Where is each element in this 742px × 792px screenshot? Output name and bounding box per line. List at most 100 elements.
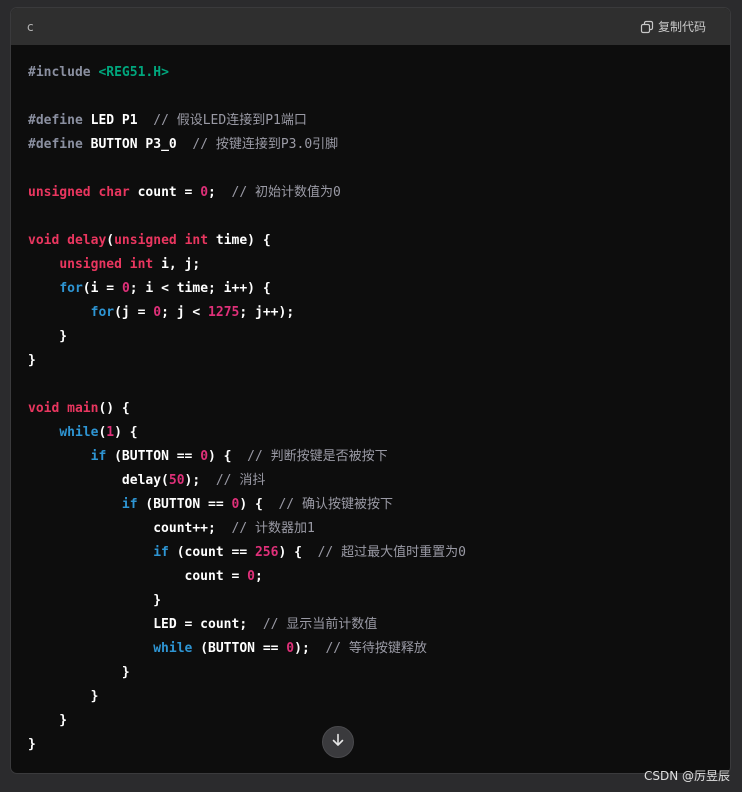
code-token: delay( [28,473,169,488]
code-line: LED = count; // 显示当前计数值 [28,613,730,637]
code-token: ) { [239,497,279,512]
code-token: ) { [208,449,248,464]
code-token: ; [208,185,232,200]
copy-code-label: 复制代码 [657,20,706,34]
code-token: (i = [82,281,122,296]
code-token: 0 [200,449,209,464]
code-token: ; j++); [239,305,295,320]
code-token: // 确认按键被按下 [278,497,393,512]
code-line: for(i = 0; i < time; i++) { [28,277,730,301]
code-token: 0 [200,185,209,200]
code-token: // 判断按键是否被按下 [247,449,388,464]
code-token: while [59,425,99,440]
code-line: } [28,349,730,373]
code-token: int [184,233,209,248]
code-line: } [28,685,730,709]
code-line: } [28,325,730,349]
code-token: if [90,449,107,464]
code-token: (BUTTON == [106,449,201,464]
code-token: <REG51.H> [98,65,169,80]
code-line: unsigned int i, j; [28,253,730,277]
code-token: char [98,185,130,200]
code-token: unsigned [28,185,91,200]
code-token: (BUTTON == [192,641,287,656]
code-token: 0 [121,281,130,296]
code-line: while (BUTTON == 0); // 等待按键释放 [28,637,730,661]
code-line: delay(50); // 消抖 [28,469,730,493]
code-token: } [28,353,36,368]
code-line: if (count == 256) { // 超过最大值时重置为0 [28,541,730,565]
language-label: c [27,19,34,34]
code-token: count++; [28,521,232,536]
code-block: c 复制代码 #include <REG51.H> #define LED P1… [11,8,730,773]
code-token: #define [28,137,83,152]
code-line: unsigned char count = 0; // 初始计数值为0 [28,181,730,205]
code-token: if [153,545,169,560]
code-token: unsigned [114,233,177,248]
code-token: void [28,233,60,248]
copy-icon [640,20,654,34]
code-line: void delay(unsigned int time) { [28,229,730,253]
code-token: 50 [168,473,185,488]
csdn-watermark: CSDN @厉昱辰 [643,769,730,783]
code-token: void [28,401,60,416]
code-line: } [28,733,730,757]
code-token: } [28,329,68,344]
code-token: 0 [286,641,295,656]
code-line: if (BUTTON == 0) { // 确认按键被按下 [28,493,730,517]
code-token: 0 [247,569,255,584]
code-token: ); [294,641,326,656]
code-token: } [28,737,36,752]
code-token: int [129,257,154,272]
code-token: } [28,593,162,608]
code-line: } [28,589,730,613]
code-token: (j = [114,305,154,320]
code-token: 1 [106,425,115,440]
code-token: for [90,305,115,320]
code-token: count = [28,569,248,584]
copy-code-button[interactable]: 复制代码 [640,18,706,35]
code-token: #include [28,65,99,80]
code-token: // 按键连接到P3.0引脚 [192,137,339,152]
code-token: delay [67,233,107,248]
code-token: unsigned [59,257,122,272]
code-token: ) { [114,425,138,440]
code-token: time) { [208,233,271,248]
code-token: // 假设LED连接到P1端口 [153,113,307,128]
code-token: #define [28,113,83,128]
code-token: } [28,689,99,704]
code-token: } [28,665,130,680]
code-token: BUTTON P3_0 [82,137,193,152]
code-line: #define BUTTON P3_0 // 按键连接到P3.0引脚 [28,133,730,157]
code-token: // 计数器加1 [231,521,315,536]
code-token: } [28,713,68,728]
code-token: ); [184,473,216,488]
arrow-down-icon [330,732,346,752]
code-token: while [153,641,193,656]
code-token: LED P1 [82,113,154,128]
code-token: // 初始计数值为0 [231,185,341,200]
code-token: () { [98,401,130,416]
code-token: 0 [153,305,162,320]
code-token: 256 [254,545,279,560]
scroll-down-button[interactable] [322,726,354,758]
code-line: #include <REG51.H> [28,61,730,85]
code-token: LED = count; [28,617,263,632]
code-line: if (BUTTON == 0) { // 判断按键是否被按下 [28,445,730,469]
code-line: } [28,661,730,685]
code-line: count = 0; [28,565,730,589]
